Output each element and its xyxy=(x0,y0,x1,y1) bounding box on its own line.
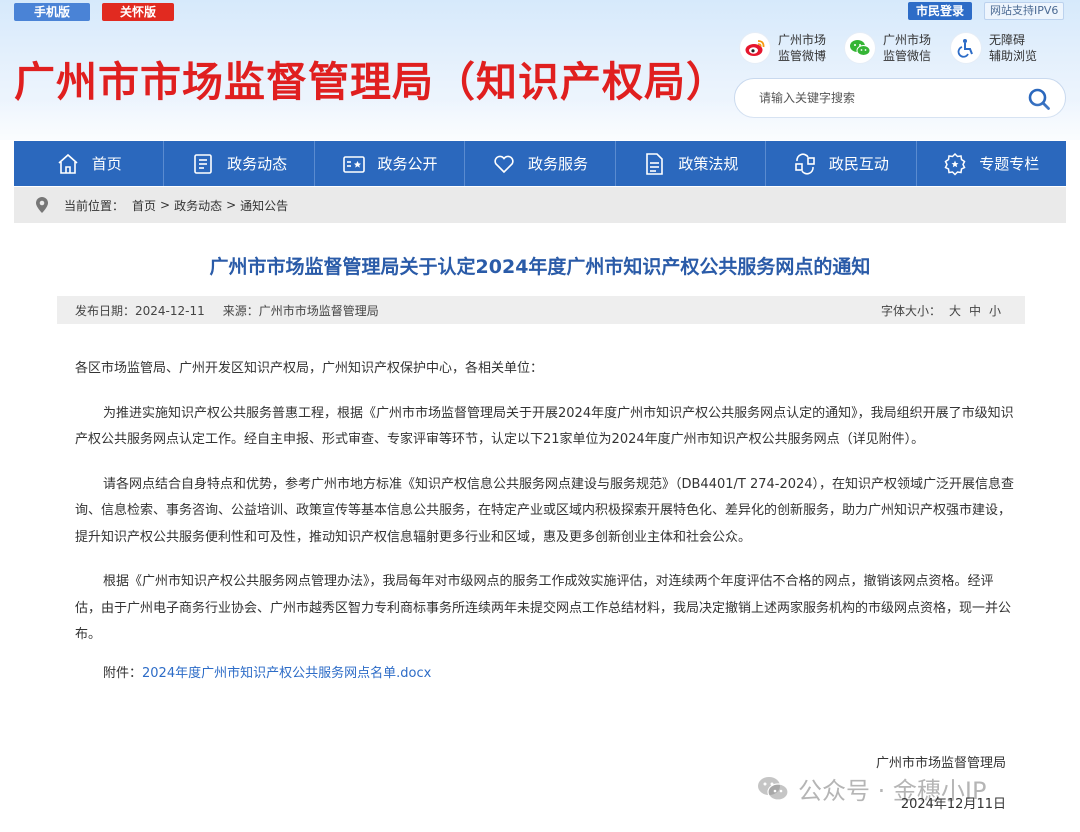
article-greeting: 各区市场监管局、广州开发区知识产权局，广州知识产权保护中心，各相关单位： xyxy=(75,361,544,376)
nav-item-topics[interactable]: 专题专栏 xyxy=(917,141,1066,186)
nav-label: 政务公开 xyxy=(377,155,438,173)
nav-label: 政务动态 xyxy=(227,155,288,173)
attachment: 附件：2024年度广州市知识产权公共服务网点名单.docx xyxy=(75,661,1015,688)
nav-item-policy[interactable]: 政策法规 xyxy=(616,141,767,186)
weibo-label-2: 监管微博 xyxy=(778,49,827,63)
weibo-link[interactable]: 广州市场 监管微博 xyxy=(740,32,826,64)
font-size-label: 字体大小： xyxy=(880,303,941,318)
accessibility-label-2: 辅助浏览 xyxy=(989,49,1038,63)
site-title[interactable]: 广州市市场监督管理局（知识产权局） xyxy=(14,48,728,108)
nav-item-open-gov[interactable]: 政务公开 xyxy=(315,141,466,186)
breadcrumb: 当前位置： 首页 > 政务动态 > 通知公告 xyxy=(14,187,1066,223)
accessibility-label-1: 无障碍 xyxy=(989,33,1026,47)
version-switch: 手机版 关怀版 xyxy=(14,3,175,21)
date-label: 发布日期： xyxy=(75,303,136,318)
nav-label: 专题专栏 xyxy=(979,155,1040,173)
attachment-label: 附件： xyxy=(103,665,143,681)
nav-label: 政务服务 xyxy=(527,155,588,173)
citizen-login-button[interactable]: 市民登录 xyxy=(908,2,973,20)
nav-item-service[interactable]: 政务服务 xyxy=(465,141,616,186)
wechat-label-2: 监管微信 xyxy=(883,49,932,63)
news-icon xyxy=(194,153,212,174)
location-pin-icon xyxy=(36,197,48,213)
article-title: 广州市市场监督管理局关于认定2024年度广州市知识产权公共服务网点的通知 xyxy=(209,256,871,278)
wechat-label-1: 广州市场 xyxy=(883,33,932,47)
nav-label: 政民互动 xyxy=(828,155,889,173)
main-nav: 首页 政务动态 政务公开 政务服务 政策法规 政民互动 专题专栏 xyxy=(14,141,1066,186)
search-input[interactable] xyxy=(759,91,1019,105)
breadcrumb-prefix: 当前位置： xyxy=(64,198,125,213)
publish-date: 2024-12-11 xyxy=(135,303,205,318)
nav-item-news[interactable]: 政务动态 xyxy=(164,141,315,186)
interaction-icon xyxy=(795,152,815,175)
open-gov-icon xyxy=(342,155,365,173)
mobile-version-button[interactable]: 手机版 xyxy=(14,3,91,21)
article-paragraph: 根据《广州市知识产权公共服务网点管理办法》，我局每年对市级网点的服务工作成效实施… xyxy=(75,574,1012,642)
breadcrumb-news[interactable]: 政务动态 xyxy=(174,197,222,214)
topic-gear-icon xyxy=(944,152,966,176)
wechat-icon xyxy=(845,33,875,63)
breadcrumb-notices[interactable]: 通知公告 xyxy=(240,197,288,214)
article-source: 广州市市场监督管理局 xyxy=(258,303,379,318)
font-size-small-button[interactable]: 小 xyxy=(989,302,1001,319)
font-size-medium-button[interactable]: 中 xyxy=(969,302,981,319)
ipv6-badge: 网站支持IPV6 xyxy=(984,2,1065,20)
home-icon xyxy=(58,153,78,174)
article-paragraph: 请各网点结合自身特点和优势，参考广州市地方标准《知识产权信息公共服务网点建设与服… xyxy=(75,476,1015,545)
nav-item-interaction[interactable]: 政民互动 xyxy=(766,141,917,186)
font-size-large-button[interactable]: 大 xyxy=(949,302,961,319)
article-body: 各区市场监管局、广州开发区知识产权局，广州知识产权保护中心，各相关单位： 为推进… xyxy=(75,356,1015,705)
site-header: 手机版 关怀版 广州市市场监督管理局（知识产权局） 市民登录 网站支持IPV6 … xyxy=(0,0,1080,140)
breadcrumb-separator: > xyxy=(226,198,237,212)
wechat-link[interactable]: 广州市场 监管微信 xyxy=(845,32,931,64)
article-paragraph: 为推进实施知识产权公共服务普惠工程，根据《广州市市场监督管理局关于开展2024年… xyxy=(75,405,1014,448)
nav-label: 政策法规 xyxy=(678,155,739,173)
attachment-link[interactable]: 2024年度广州市知识产权公共服务网点名单.docx xyxy=(142,666,431,681)
accessibility-link[interactable]: 无障碍 辅助浏览 xyxy=(951,32,1037,64)
weibo-label-1: 广州市场 xyxy=(778,33,827,47)
sign-date: 2024年12月11日 xyxy=(900,797,1006,812)
search-bar xyxy=(734,78,1066,118)
heart-service-icon xyxy=(494,155,514,173)
document-icon xyxy=(646,152,664,175)
breadcrumb-home[interactable]: 首页 xyxy=(132,197,156,214)
accessibility-icon xyxy=(951,33,981,63)
weibo-icon xyxy=(740,33,770,63)
search-icon[interactable] xyxy=(1027,87,1051,111)
nav-label: 首页 xyxy=(91,155,122,173)
article-meta: 发布日期：2024-12-11 来源：广州市市场监督管理局 字体大小： 大 中 … xyxy=(57,296,1025,324)
source-label: 来源： xyxy=(222,303,259,318)
breadcrumb-separator: > xyxy=(160,198,171,212)
nav-item-home[interactable]: 首页 xyxy=(14,141,165,186)
wechat-icon xyxy=(758,776,789,801)
top-right-links: 市民登录 网站支持IPV6 xyxy=(908,2,1065,20)
care-version-button[interactable]: 关怀版 xyxy=(102,3,175,21)
